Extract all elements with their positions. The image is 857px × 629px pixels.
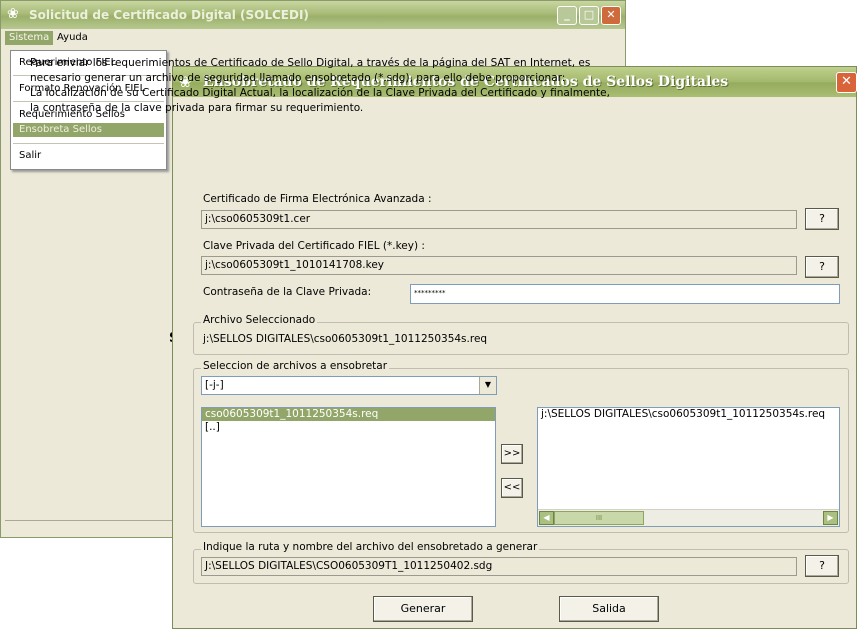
chevron-down-icon[interactable]: ▼ [479, 377, 496, 394]
dialog-description: Para enviar los requerimientos de Certif… [30, 56, 650, 116]
drive-select-value: [-j-] [205, 379, 224, 391]
description-line: Para enviar los requerimientos de Certif… [30, 57, 591, 69]
key-browse-button[interactable]: ? [805, 256, 839, 278]
scroll-left-icon[interactable]: ◀ [539, 511, 554, 525]
list-item[interactable]: [..] [202, 421, 495, 434]
menu-bar: Sistema Ayuda [1, 29, 625, 47]
output-browse-button[interactable]: ? [805, 555, 839, 577]
password-label: Contraseña de la Clave Privada: [203, 286, 372, 298]
selected-file-group-title: Archivo Seleccionado [201, 314, 318, 326]
generate-button[interactable]: Generar [373, 596, 473, 622]
background-window-title: Solicitud de Certificado Digital (SOLCED… [29, 8, 309, 22]
cert-browse-button[interactable]: ? [805, 208, 839, 230]
background-title-bar[interactable]: ❀ Solicitud de Certificado Digital (SOLC… [1, 1, 625, 29]
list-item[interactable]: cso0605309t1_1011250354s.req [202, 408, 495, 421]
selected-file-path: j:\SELLOS DIGITALES\cso0605309t1_1011250… [203, 333, 488, 345]
menu-item-salir[interactable]: Salir [13, 149, 164, 163]
list-item[interactable]: j:\SELLOS DIGITALES\cso0605309t1_1011250… [538, 408, 839, 421]
dialog-close-button[interactable]: ✕ [836, 72, 857, 93]
exit-button[interactable]: Salida [559, 596, 659, 622]
maximize-button[interactable]: □ [579, 6, 599, 25]
add-file-button[interactable]: >> [501, 444, 523, 464]
menu-separator [13, 143, 164, 144]
menu-item-ensobreta-sellos[interactable]: Ensobreta Sellos [13, 123, 164, 137]
cert-path-field[interactable]: j:\cso0605309t1.cer [201, 210, 797, 229]
horizontal-scrollbar[interactable]: ◀ III ▶ [538, 509, 839, 526]
password-input[interactable]: ********* [410, 284, 840, 304]
files-to-ensobretar-list[interactable]: j:\SELLOS DIGITALES\cso0605309t1_1011250… [537, 407, 840, 527]
directory-file-list[interactable]: cso0605309t1_1011250354s.req [..] [201, 407, 496, 527]
background-close-button[interactable]: ✕ [601, 6, 621, 25]
minimize-button[interactable]: _ [557, 6, 577, 25]
app-icon: ❀ [7, 6, 19, 22]
drive-select[interactable]: [-j-] ▼ [201, 376, 497, 395]
scroll-right-icon[interactable]: ▶ [823, 511, 838, 525]
cert-label: Certificado de Firma Electrónica Avanzad… [203, 193, 432, 205]
menu-ayuda[interactable]: Ayuda [53, 31, 92, 45]
output-file-group-title: Indique la ruta y nombre del archivo del… [201, 541, 540, 553]
description-line: necesario generar un archivo de segurida… [30, 72, 566, 84]
scroll-thumb[interactable]: III [554, 511, 644, 525]
file-selection-group-title: Seleccion de archivos a ensobretar [201, 360, 390, 372]
remove-file-button[interactable]: << [501, 478, 523, 498]
key-label: Clave Privada del Certificado FIEL (*.ke… [203, 240, 425, 252]
description-line: La localización de su Certificado Digita… [30, 87, 610, 99]
description-line: la contraseña de la clave privada para f… [30, 102, 364, 114]
menu-sistema[interactable]: Sistema [5, 31, 54, 45]
key-path-field[interactable]: j:\cso0605309t1_1010141708.key [201, 256, 797, 275]
output-path-field[interactable]: J:\SELLOS DIGITALES\CSO0605309T1_1011250… [201, 557, 797, 576]
